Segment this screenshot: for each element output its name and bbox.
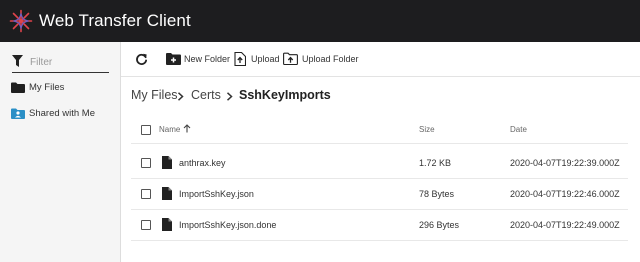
file-date: 2020-04-07T19:22:39.000Z [510,158,620,168]
new-folder-label: New Folder [184,54,231,64]
upload-icon [234,52,246,66]
file-size: 78 Bytes [419,189,455,199]
file-name: anthrax.key [179,158,226,168]
file-size: 296 Bytes [419,220,460,230]
file-name: ImportSshKey.json [179,189,254,199]
sidebar-item-label: My Files [29,82,65,93]
table-row[interactable]: anthrax.key 1.72 KB 2020-04-07T19:22:39.… [131,148,628,179]
row-checkbox[interactable] [141,158,151,168]
upload-folder-label: Upload Folder [302,54,359,64]
breadcrumb-current: SshKeyImports [239,88,331,102]
filter-box [12,54,109,73]
column-header-size[interactable]: Size [419,125,435,134]
sidebar-item-shared-with-me[interactable]: Shared with Me [11,106,116,122]
sidebar: My Files Shared with Me [0,42,121,262]
filter-icon [12,55,23,67]
table-row[interactable]: ImportSshKey.json.done 296 Bytes 2020-04… [131,210,628,241]
star-logo-icon [9,9,33,33]
row-checkbox[interactable] [141,220,151,230]
file-icon [162,218,172,231]
column-header-name[interactable]: Name [159,125,180,134]
upload-folder-icon [283,52,298,65]
column-header-date[interactable]: Date [510,125,527,134]
refresh-icon[interactable] [135,53,148,66]
file-icon [162,187,172,200]
row-checkbox[interactable] [141,189,151,199]
sidebar-item-my-files[interactable]: My Files [11,80,116,96]
chevron-right-icon [177,92,184,101]
file-size: 1.72 KB [419,158,452,168]
sort-ascending-icon[interactable] [183,124,191,133]
table-row[interactable]: ImportSshKey.json 78 Bytes 2020-04-07T19… [131,179,628,210]
file-date: 2020-04-07T19:22:49.000Z [510,220,620,230]
shared-folder-icon [11,108,25,119]
breadcrumb-item-my-files[interactable]: My Files [131,88,178,102]
sidebar-item-label: Shared with Me [29,108,96,119]
toolbar: New Folder Upload Upload Folder [121,42,640,77]
filter-input[interactable] [30,54,108,71]
folder-icon [11,82,25,93]
select-all-checkbox[interactable] [141,125,151,135]
file-icon [162,156,172,169]
file-name: ImportSshKey.json.done [179,220,277,230]
upload-label: Upload [251,54,280,64]
app-header: Web Transfer Client [0,0,640,42]
chevron-right-icon [226,92,233,101]
new-folder-icon [166,53,181,65]
file-date: 2020-04-07T19:22:46.000Z [510,189,620,199]
breadcrumb-item-certs[interactable]: Certs [191,88,221,102]
table-header: Name Size Date [131,117,628,144]
app-title: Web Transfer Client [39,11,191,30]
